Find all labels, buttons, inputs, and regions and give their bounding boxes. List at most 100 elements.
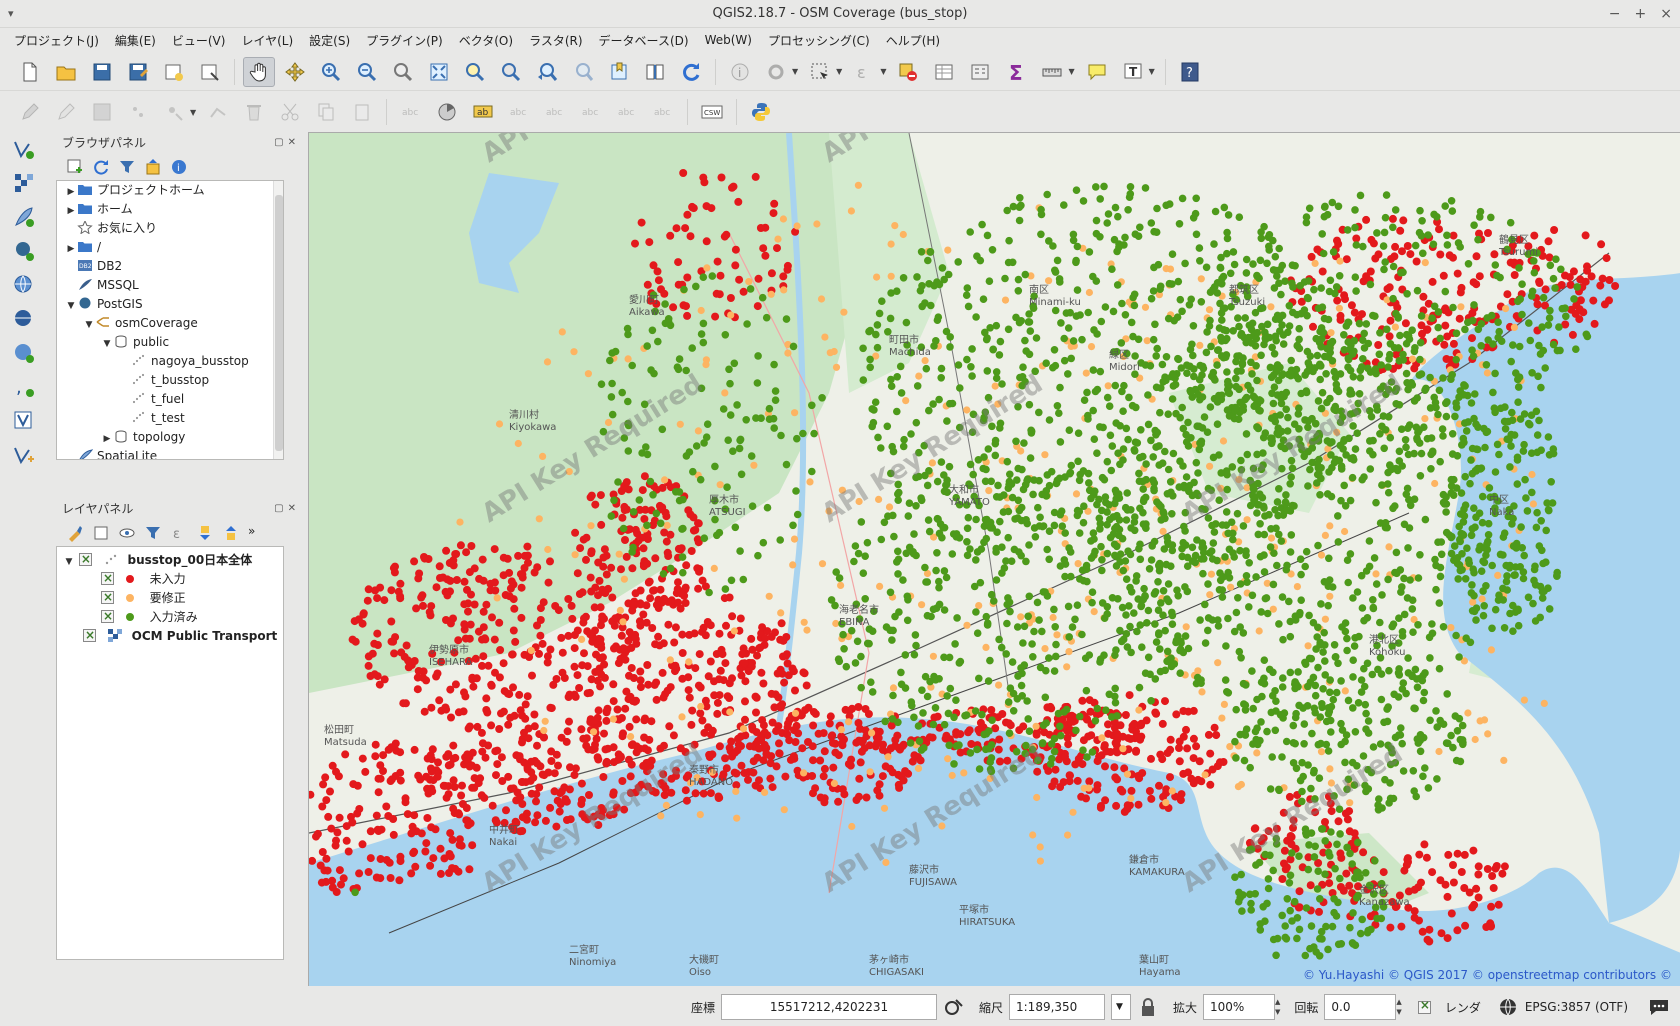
filter-legend-icon[interactable] xyxy=(144,524,162,542)
zoom-native-button[interactable] xyxy=(387,57,419,87)
zoom-to-layer-button[interactable] xyxy=(495,57,527,87)
filter-expression-icon[interactable]: ε xyxy=(170,524,188,542)
run-action-button[interactable] xyxy=(760,57,792,87)
menu-view[interactable]: ビュー(V) xyxy=(164,32,234,49)
new-bookmark-button[interactable] xyxy=(603,57,635,87)
minimize-button[interactable]: − xyxy=(1609,0,1621,28)
pan-to-selection-button[interactable] xyxy=(279,57,311,87)
layer-row-ocm[interactable]: OCM Public Transport xyxy=(57,626,283,646)
action-dropdown-caret[interactable]: ▼ xyxy=(792,67,798,76)
diagram-button[interactable] xyxy=(431,97,463,127)
legend-checkbox[interactable] xyxy=(101,569,114,588)
annotation-dropdown-caret[interactable]: ▼ xyxy=(1149,67,1155,76)
browser-item[interactable]: t_test xyxy=(57,409,283,428)
browser-item[interactable]: ▼ PostGIS xyxy=(57,295,283,314)
text-annotation-button[interactable]: T xyxy=(1117,57,1149,87)
select-dropdown-caret[interactable]: ▼ xyxy=(836,67,842,76)
select-by-expression-button[interactable]: ε xyxy=(848,57,880,87)
show-hide-labels-button[interactable]: abc xyxy=(539,97,571,127)
layer-styling-icon[interactable] xyxy=(66,524,84,542)
menu-plugins[interactable]: プラグイン(P) xyxy=(358,32,451,49)
highlight-label-button[interactable]: ab xyxy=(467,97,499,127)
save-edits-button[interactable] xyxy=(86,97,118,127)
csw-button[interactable]: CSW xyxy=(696,97,728,127)
new-shapefile-button[interactable] xyxy=(4,438,44,472)
legend-checkbox[interactable] xyxy=(101,588,114,607)
statistical-summary-button[interactable]: Σ xyxy=(1000,57,1032,87)
legend-item-entered[interactable]: 入力済み xyxy=(57,607,283,627)
window-menu-icon[interactable]: ▾ xyxy=(8,0,14,28)
layers-panel-float-close-buttons[interactable]: ▢✕ xyxy=(274,498,300,520)
more-tools-chevron-icon[interactable]: » xyxy=(248,524,255,542)
toggle-editing-button[interactable] xyxy=(50,97,82,127)
add-postgis-layer-button[interactable] xyxy=(4,234,44,268)
menu-processing[interactable]: プロセッシング(C) xyxy=(760,32,878,49)
filter-icon[interactable] xyxy=(118,158,136,176)
add-group-icon[interactable] xyxy=(92,524,110,542)
node-tool-button[interactable] xyxy=(202,97,234,127)
refresh-icon[interactable] xyxy=(92,158,110,176)
browser-item[interactable]: ▼ public xyxy=(57,333,283,352)
browser-item[interactable]: ▶ プロジェクトホーム xyxy=(57,181,283,200)
measure-dropdown-caret[interactable]: ▼ xyxy=(1068,67,1074,76)
zoom-full-button[interactable] xyxy=(423,57,455,87)
move-label-button[interactable]: abc xyxy=(575,97,607,127)
collapse-all-layers-icon[interactable] xyxy=(222,524,240,542)
menu-vector[interactable]: ベクタ(O) xyxy=(451,32,521,49)
collapse-all-icon[interactable] xyxy=(144,158,162,176)
browser-item[interactable]: ▶ / xyxy=(57,238,283,257)
attribute-table-button[interactable] xyxy=(928,57,960,87)
info-icon[interactable]: i xyxy=(170,158,188,176)
select-features-button[interactable] xyxy=(804,57,836,87)
move-dropdown-caret[interactable]: ▼ xyxy=(190,108,196,117)
browser-item[interactable]: DB2 DB2 xyxy=(57,257,283,276)
zoom-out-button[interactable] xyxy=(351,57,383,87)
cut-features-button[interactable] xyxy=(274,97,306,127)
menu-settings[interactable]: 設定(S) xyxy=(301,32,358,49)
map-tips-button[interactable] xyxy=(1081,57,1113,87)
browser-item[interactable]: SpatiaLite xyxy=(57,447,283,459)
layer-visibility-checkbox[interactable] xyxy=(83,626,96,645)
legend-checkbox[interactable] xyxy=(101,607,114,626)
add-wfs-layer-button[interactable] xyxy=(4,302,44,336)
browser-item[interactable]: MSSQL xyxy=(57,276,283,295)
zoom-last-button[interactable] xyxy=(531,57,563,87)
layer-row-busstop[interactable]: ▼ busstop_00日本全体 xyxy=(57,550,283,570)
zoom-next-button[interactable] xyxy=(567,57,599,87)
map-canvas[interactable]: 愛川町 Aikawa 清川村 Kiyokawa 町田市 Machida 南区 Minami-k… xyxy=(308,132,1680,986)
change-label-button[interactable]: abc xyxy=(647,97,679,127)
add-wms-layer-button[interactable] xyxy=(4,268,44,302)
legend-item-needs-fix[interactable]: 要修正 xyxy=(57,588,283,608)
add-feature-button[interactable] xyxy=(122,97,154,127)
menu-edit[interactable]: 編集(E) xyxy=(107,32,164,49)
field-calculator-button[interactable] xyxy=(964,57,996,87)
save-as-button[interactable] xyxy=(122,57,154,87)
show-bookmarks-button[interactable] xyxy=(639,57,671,87)
open-project-button[interactable] xyxy=(50,57,82,87)
help-button[interactable]: ? xyxy=(1174,57,1206,87)
identify-button[interactable]: i xyxy=(724,57,756,87)
python-console-button[interactable] xyxy=(745,97,777,127)
pin-labels-button[interactable]: abc xyxy=(503,97,535,127)
delete-selected-button[interactable] xyxy=(238,97,270,127)
panel-float-close-buttons[interactable]: ▢✕ xyxy=(274,132,300,154)
menu-help[interactable]: ヘルプ(H) xyxy=(878,32,948,49)
browser-item[interactable]: t_fuel xyxy=(57,390,283,409)
composer-manager-button[interactable] xyxy=(194,57,226,87)
browser-item[interactable]: お気に入り xyxy=(57,219,283,238)
copy-features-button[interactable] xyxy=(310,97,342,127)
zoom-in-button[interactable] xyxy=(315,57,347,87)
browser-item[interactable]: t_busstop xyxy=(57,371,283,390)
menu-raster[interactable]: ラスタ(R) xyxy=(521,32,590,49)
expand-all-icon[interactable] xyxy=(196,524,214,542)
pan-map-button[interactable] xyxy=(243,56,275,87)
add-raster-layer-button[interactable] xyxy=(4,166,44,200)
layer-visibility-checkbox[interactable] xyxy=(78,550,92,569)
move-feature-button[interactable] xyxy=(158,97,190,127)
zoom-to-selection-button[interactable] xyxy=(459,57,491,87)
add-spatialite-layer-button[interactable] xyxy=(4,200,44,234)
browser-item[interactable]: ▼ osmCoverage xyxy=(57,314,283,333)
add-layer-icon[interactable] xyxy=(66,158,84,176)
add-delimited-text-button[interactable]: , xyxy=(4,370,44,404)
new-project-button[interactable] xyxy=(14,57,46,87)
